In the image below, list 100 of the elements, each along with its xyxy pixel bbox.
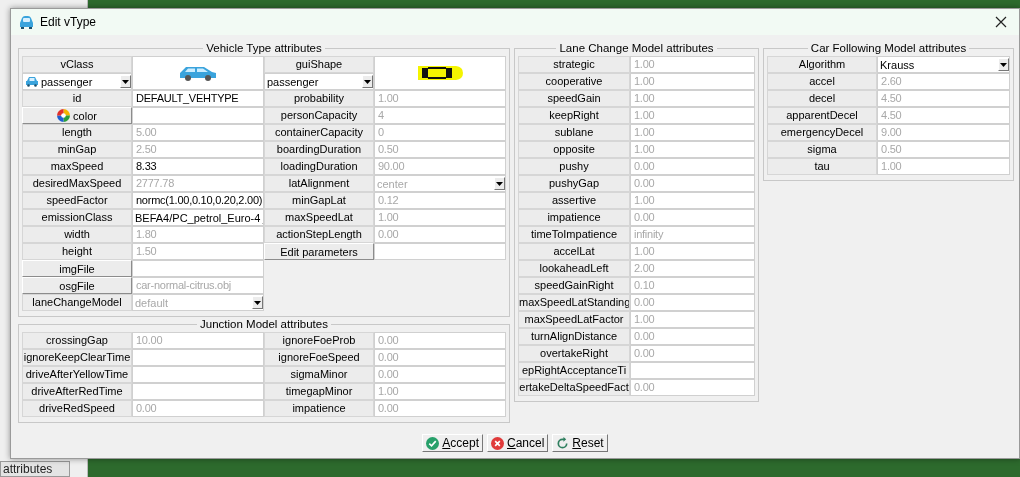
input-field[interactable]: 90.00 [374,158,506,175]
input-field[interactable]: 0.00 [630,175,756,192]
accept-button[interactable]: Accept [422,434,483,452]
input-field[interactable]: 0.50 [877,141,1010,158]
input-field[interactable]: normc(1.00,0.10,0.20,2.00) [132,192,264,209]
input-field[interactable]: 2.60 [877,73,1010,90]
car-icon [178,65,218,81]
input-field[interactable]: DEFAULT_VEHTYPE [132,90,264,107]
attribute-label: timegapMinor [264,383,374,400]
input-field[interactable]: 8.33 [132,158,264,175]
input-field[interactable]: 1.00 [630,90,756,107]
input-field[interactable]: car-normal-citrus.obj [132,277,264,294]
attribute-button[interactable]: Edit parameters [264,243,374,260]
input-field[interactable]: 0.00 [374,349,506,366]
input-field[interactable]: 1.00 [630,73,756,90]
input-field[interactable]: 1.00 [630,192,756,209]
reset-button[interactable]: Reset [552,434,608,452]
input-field[interactable]: 1.00 [630,141,756,158]
input-field[interactable]: 0.00 [374,366,506,383]
attribute-label: id [22,90,132,107]
attribute-label: latAlignment [264,175,374,192]
input-field[interactable]: 1.00 [374,383,506,400]
input-field[interactable]: 2777.78 [132,175,264,192]
input-field[interactable] [132,349,264,366]
input-field[interactable]: 2.50 [132,141,264,158]
input-field[interactable]: 1.00 [630,124,756,141]
input-field[interactable]: 0.12 [374,192,506,209]
input-field[interactable]: 0.00 [630,379,756,396]
attribute-label: actionStepLength [264,226,374,243]
reset-icon [556,436,570,450]
attribute-label: sublane [518,124,630,141]
attribute-button[interactable]: osgFile [22,277,132,294]
input-field[interactable]: 4 [374,107,506,124]
dropdown[interactable]: passenger [22,73,132,90]
input-field[interactable]: 10.00 [132,332,264,349]
input-field[interactable]: 0.00 [630,158,756,175]
dropdown[interactable]: default [132,294,264,311]
attribute-label: minGapLat [264,192,374,209]
attribute-label: minGap [22,141,132,158]
tab[interactable]: attributes [0,461,70,477]
dropdown[interactable]: center [374,175,506,192]
input-field[interactable]: 1.00 [630,311,756,328]
attribute-label: overtakeRight [518,345,630,362]
attribute-label: keepRight [518,107,630,124]
attribute-label: speedGainRight [518,277,630,294]
input-field[interactable] [132,383,264,400]
input-field[interactable]: 1.00 [374,90,506,107]
input-field[interactable]: 9.00 [877,124,1010,141]
input-field[interactable]: infinity [630,226,756,243]
input-field[interactable]: 1.00 [630,107,756,124]
attribute-label: impatience [264,400,374,417]
input-field[interactable]: 0.10 [630,277,756,294]
input-field[interactable] [132,260,264,277]
input-field[interactable]: 0.00 [630,294,756,311]
input-field[interactable]: 1.00 [374,209,506,226]
attribute-label: guiShape [264,56,374,73]
attribute-label: maxSpeedLatStanding [518,294,630,311]
input-field[interactable]: 1.00 [630,56,756,73]
input-field[interactable]: 1.00 [630,243,756,260]
attribute-button[interactable]: imgFile [22,260,132,277]
input-field[interactable] [132,107,264,124]
attribute-label: loadingDuration [264,158,374,175]
input-field[interactable]: 1.50 [132,243,264,260]
attribute-label: width [22,226,132,243]
input-field[interactable]: 0.00 [132,400,264,417]
input-field[interactable]: 0.00 [630,345,756,362]
caret-icon [254,300,261,305]
attribute-label: boardingDuration [264,141,374,158]
input-field[interactable]: 0.00 [374,226,506,243]
input-field[interactable]: 4.50 [877,90,1010,107]
dropdown[interactable]: passenger [264,73,374,90]
attribute-label: decel [767,90,878,107]
input-field[interactable] [630,362,756,379]
input-field[interactable]: 0.00 [630,328,756,345]
input-field[interactable]: 1.80 [132,226,264,243]
window-title: Edit vType [40,15,98,29]
input-field[interactable]: 5.00 [132,124,264,141]
dropdown[interactable]: BEFA4/PC_petrol_Euro-4 [132,209,264,226]
attribute-label: maxSpeedLat [264,209,374,226]
input-field[interactable] [374,243,506,260]
attribute-label: probability [264,90,374,107]
cancel-button[interactable]: Cancel [487,434,549,452]
input-field[interactable]: 0.50 [374,141,506,158]
attribute-label: opposite [518,141,630,158]
attribute-label: emergencyDecel [767,124,878,141]
input-field[interactable]: 4.50 [877,107,1010,124]
input-field[interactable]: 0.00 [374,332,506,349]
attribute-label: driveRedSpeed [22,400,132,417]
input-field[interactable]: 0.00 [630,209,756,226]
input-field[interactable]: 2.00 [630,260,756,277]
panel-title: Car Following Model attributes [809,42,968,54]
input-field[interactable]: 0.00 [374,400,506,417]
input-field[interactable] [132,366,264,383]
input-field[interactable]: 1.00 [877,158,1010,175]
color-button[interactable]: color [22,107,132,124]
input-field[interactable]: 0 [374,124,506,141]
car-icon [25,76,39,87]
dropdown[interactable]: Krauss [877,56,1010,73]
attribute-label: accel [767,73,878,90]
attribute-label: Algorithm [767,56,878,73]
